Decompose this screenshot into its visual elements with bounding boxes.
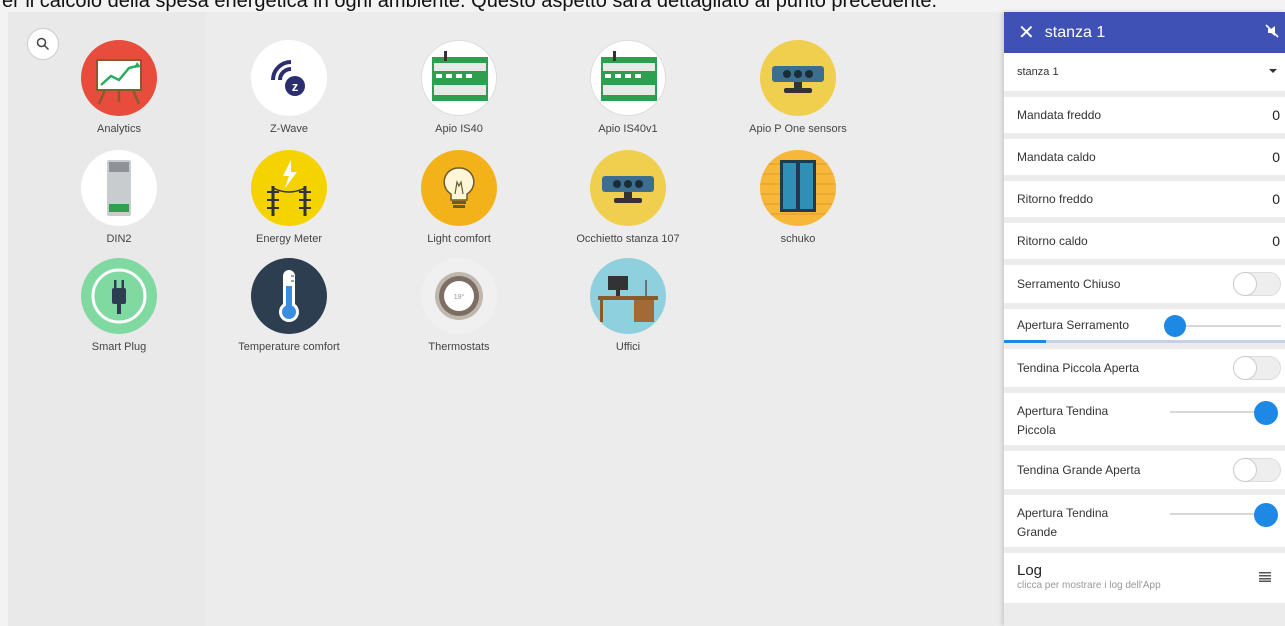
thermometer-icon <box>251 258 327 334</box>
value-readout: 0 <box>1272 107 1280 123</box>
app-label: Light comfort <box>427 233 491 245</box>
app-label: Occhietto stanza 107 <box>576 233 680 245</box>
room-select-value: stanza 1 <box>1017 66 1059 78</box>
app-apio-p-one-sensors[interactable]: Apio P One sensors <box>713 40 883 135</box>
din-device-icon <box>81 150 157 226</box>
sensor-device-icon <box>590 150 666 226</box>
slider-track <box>1174 325 1281 327</box>
value-readout: 0 <box>1272 233 1280 249</box>
mandata-caldo-row: Mandata caldo 0 <box>1004 139 1285 175</box>
value-label: Mandata caldo <box>1017 150 1096 164</box>
ritorno-freddo-row: Ritorno freddo 0 <box>1004 181 1285 217</box>
menu-icon[interactable] <box>1259 572 1271 582</box>
close-icon[interactable]: ✕ <box>1018 20 1035 45</box>
slider-progress <box>1004 340 1046 343</box>
svg-text:z: z <box>292 79 299 94</box>
app-label: Analytics <box>96 123 142 135</box>
plug-icon <box>81 258 157 334</box>
document-caption: er il calcolo della spesa energetica in … <box>2 0 938 11</box>
app-thermostats[interactable]: 19° Thermostats <box>374 258 544 353</box>
value-readout: 0 <box>1272 149 1280 165</box>
app-label: Apio P One sensors <box>749 123 847 135</box>
light-bulb-icon <box>421 150 497 226</box>
room-select[interactable]: stanza 1 <box>1004 53 1285 91</box>
toggle-knob <box>1233 272 1257 296</box>
log-row[interactable]: Log clicca per mostrare i log dell'App <box>1004 553 1285 603</box>
app-label: DIN2 <box>106 233 132 245</box>
slider-label-2: Grande <box>1017 525 1058 539</box>
panel-title: stanza 1 <box>1044 23 1106 41</box>
app-uffici[interactable]: Uffici <box>543 258 713 353</box>
app-light-comfort[interactable]: Light comfort <box>374 150 544 245</box>
app-smart-plug[interactable]: Smart Plug <box>34 258 204 353</box>
app-label: schuko <box>780 233 816 245</box>
app-analytics[interactable]: Analytics <box>34 40 204 135</box>
app-temperature-comfort[interactable]: Temperature comfort <box>204 258 374 353</box>
apertura-tendina-piccola-row: Apertura Tendina Piccola <box>1004 393 1285 445</box>
app-z-wave[interactable]: z Z-Wave <box>204 40 374 135</box>
app-grid-area: Analytics z Z-Wave Apio IS40 Apio IS40v1… <box>8 12 1004 626</box>
z-wave-logo-icon: z <box>251 40 327 116</box>
app-label: Uffici <box>615 341 641 353</box>
log-title: Log <box>1017 562 1043 579</box>
room-side-panel: ✕ stanza 1 stanza 1 Mandata freddo 0 Man… <box>1004 12 1285 626</box>
value-readout: 0 <box>1272 191 1280 207</box>
apertura-tendina-piccola-slider[interactable] <box>1254 401 1278 425</box>
tendina-piccola-toggle[interactable] <box>1233 356 1281 380</box>
apertura-tendina-grande-slider[interactable] <box>1254 503 1278 527</box>
mute-icon[interactable] <box>1265 24 1279 38</box>
app-label: Temperature comfort <box>238 341 340 353</box>
din-rail-module-icon <box>421 40 497 116</box>
value-label: Ritorno caldo <box>1017 234 1088 248</box>
tendina-grande-row: Tendina Grande Aperta <box>1004 451 1285 489</box>
app-schuko[interactable]: schuko <box>713 150 883 245</box>
apertura-serramento-row: Apertura Serramento <box>1004 309 1285 343</box>
slider-track <box>1170 411 1262 413</box>
serramento-chiuso-row: Serramento Chiuso <box>1004 265 1285 303</box>
slider-track <box>1170 513 1262 515</box>
apertura-serramento-slider[interactable] <box>1164 315 1186 337</box>
toggle-knob <box>1233 458 1257 482</box>
toggle-label: Serramento Chiuso <box>1017 277 1121 291</box>
app-din2[interactable]: DIN2 <box>34 150 204 245</box>
thermostat-dial-icon: 19° <box>421 258 497 334</box>
app-label: Apio IS40v1 <box>598 123 658 135</box>
svg-text:19°: 19° <box>454 293 465 301</box>
apertura-tendina-grande-row: Apertura Tendina Grande <box>1004 495 1285 547</box>
din-rail-module-icon <box>590 40 666 116</box>
sensor-device-icon <box>760 40 836 116</box>
window-icon <box>760 150 836 226</box>
ritorno-caldo-row: Ritorno caldo 0 <box>1004 223 1285 259</box>
toggle-knob <box>1233 356 1257 380</box>
mandata-freddo-row: Mandata freddo 0 <box>1004 97 1285 133</box>
app-energy-meter[interactable]: Energy Meter <box>204 150 374 245</box>
toggle-label: Tendina Piccola Aperta <box>1017 361 1140 375</box>
app-label: Apio IS40 <box>435 123 483 135</box>
slider-label: Apertura Serramento <box>1017 317 1130 332</box>
tendina-piccola-row: Tendina Piccola Aperta <box>1004 349 1285 387</box>
tendina-grande-toggle[interactable] <box>1233 458 1281 482</box>
app-label: Z-Wave <box>269 123 309 135</box>
slider-label-2: Piccola <box>1017 423 1056 437</box>
app-apio-is40[interactable]: Apio IS40 <box>374 40 544 135</box>
chevron-down-icon <box>1269 69 1277 73</box>
value-label: Mandata freddo <box>1017 108 1102 122</box>
toggle-label: Tendina Grande Aperta <box>1017 463 1141 477</box>
log-subtitle: clicca per mostrare i log dell'App <box>1017 580 1161 591</box>
office-desk-icon <box>590 258 666 334</box>
value-label: Ritorno freddo <box>1017 192 1094 206</box>
analytics-chart-icon <box>81 40 157 116</box>
power-line-icon <box>251 150 327 226</box>
panel-header: ✕ stanza 1 <box>1004 12 1285 53</box>
serramento-chiuso-toggle[interactable] <box>1233 272 1281 296</box>
app-label: Thermostats <box>428 341 490 353</box>
app-apio-is40v1[interactable]: Apio IS40v1 <box>543 40 713 135</box>
app-label: Smart Plug <box>91 341 147 353</box>
app-label: Energy Meter <box>255 233 323 245</box>
app-occhietto-stanza-107[interactable]: Occhietto stanza 107 <box>543 150 713 245</box>
